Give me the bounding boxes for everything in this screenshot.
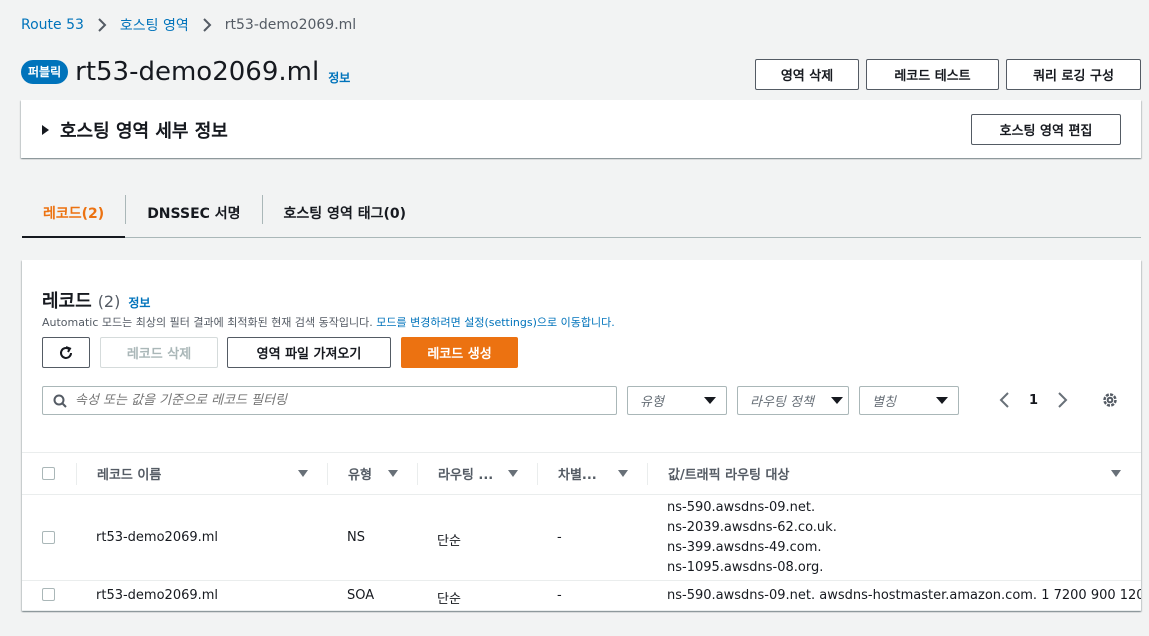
breadcrumb-route53[interactable]: Route 53 — [21, 17, 84, 33]
routing-policy-filter-select[interactable]: 라우팅 정책 — [737, 386, 849, 415]
tab-tags[interactable]: 호스팅 영역 태그(0) — [263, 189, 427, 237]
column-value[interactable]: 값/트래픽 라우팅 대상 — [668, 453, 789, 494]
caret-down-icon — [936, 397, 948, 404]
record-name: rt53-demo2069.ml — [96, 588, 219, 603]
column-divider — [537, 463, 538, 485]
record-type: NS — [347, 530, 365, 545]
chevron-left-icon[interactable] — [998, 391, 1010, 409]
table-header: 레코드 이름 유형 라우팅 ... 차별... 값/트래픽 라우팅 대상 — [22, 452, 1141, 495]
record-routing: 단순 — [437, 534, 461, 549]
chevron-right-icon[interactable] — [1057, 391, 1069, 409]
sort-icon[interactable] — [298, 470, 308, 477]
description-text: Automatic 모드는 최상의 필터 결과에 최적화된 현재 검색 동작입니… — [42, 316, 373, 329]
sort-icon[interactable] — [618, 470, 628, 477]
records-header: 레코드 (2) 정보 — [42, 287, 150, 313]
record-value: ns-590.awsdns-09.net. awsdns-hostmaster.… — [667, 588, 1141, 603]
column-type[interactable]: 유형 — [348, 453, 372, 494]
type-filter-select[interactable]: 유형 — [627, 386, 727, 415]
routing-filter-label: 라우팅 정책 — [750, 395, 814, 410]
delete-zone-button[interactable]: 영역 삭제 — [755, 59, 859, 90]
breadcrumb: Route 53 호스팅 영역 rt53-demo2069.ml — [21, 15, 356, 35]
page-header: 퍼블릭 rt53-demo2069.ml 정보 — [21, 57, 350, 87]
alias-filter-label: 별칭 — [872, 395, 896, 410]
column-routing[interactable]: 라우팅 ... — [438, 453, 493, 494]
column-divider — [76, 463, 77, 485]
record-routing: 단순 — [437, 592, 461, 607]
tab-records[interactable]: 레코드(2) — [22, 189, 126, 238]
refresh-button[interactable] — [42, 337, 90, 368]
sort-icon[interactable] — [388, 470, 398, 477]
info-link[interactable]: 정보 — [328, 69, 350, 86]
column-divider — [327, 463, 328, 485]
record-value: ns-399.awsdns-49.com. — [667, 540, 822, 555]
record-value: ns-2039.awsdns-62.co.uk. — [667, 520, 837, 535]
records-title: 레코드 — [42, 291, 92, 312]
details-expander[interactable]: 호스팅 영역 세부 정보 — [42, 117, 228, 143]
column-divider — [417, 463, 418, 485]
delete-record-button[interactable]: 레코드 삭제 — [100, 337, 218, 368]
record-differentiator: - — [557, 588, 562, 603]
record-values: ns-590.awsdns-09.net. ns-2039.awsdns-62.… — [667, 498, 837, 578]
caret-right-icon — [42, 125, 49, 135]
row-checkbox[interactable] — [42, 588, 55, 601]
record-value: ns-1095.awsdns-08.org. — [667, 560, 824, 575]
search-input[interactable] — [75, 393, 595, 408]
records-count: (2) — [97, 292, 121, 311]
pagination: 1 — [998, 391, 1069, 409]
record-type: SOA — [347, 588, 375, 603]
caret-down-icon — [704, 397, 716, 404]
column-differentiator[interactable]: 차별... — [558, 453, 597, 494]
create-record-button[interactable]: 레코드 생성 — [401, 337, 518, 368]
record-value: ns-590.awsdns-09.net. — [667, 500, 816, 515]
record-name: rt53-demo2069.ml — [96, 530, 219, 545]
row-checkbox[interactable] — [42, 531, 55, 544]
breadcrumb-hosted-zones[interactable]: 호스팅 영역 — [120, 15, 189, 35]
sort-icon[interactable] — [508, 470, 518, 477]
details-title: 호스팅 영역 세부 정보 — [60, 121, 228, 142]
search-box — [42, 386, 617, 415]
tab-dnssec[interactable]: DNSSEC 서명 — [126, 189, 261, 237]
records-description: Automatic 모드는 최상의 필터 결과에 최적화된 현재 검색 동작입니… — [42, 314, 615, 330]
column-divider — [647, 463, 648, 485]
gear-icon[interactable] — [1101, 391, 1119, 409]
records-info-link[interactable]: 정보 — [128, 294, 150, 311]
table-row[interactable]: rt53-demo2069.ml SOA 단순 - ns-590.awsdns-… — [22, 581, 1141, 611]
type-filter-label: 유형 — [640, 395, 664, 410]
import-zone-file-button[interactable]: 영역 파일 가져오기 — [227, 337, 391, 368]
chevron-right-icon — [98, 18, 107, 32]
page-title: rt53-demo2069.ml — [75, 57, 320, 87]
search-icon — [53, 394, 67, 408]
tabs: 레코드(2) DNSSEC 서명 호스팅 영역 태그(0) — [22, 189, 1141, 238]
table-row[interactable]: rt53-demo2069.ml NS 단순 - ns-590.awsdns-0… — [22, 495, 1141, 581]
public-badge: 퍼블릭 — [21, 60, 69, 84]
record-differentiator: - — [557, 530, 562, 545]
records-panel: 레코드 (2) 정보 Automatic 모드는 최상의 필터 결과에 최적화된… — [22, 260, 1141, 611]
caret-down-icon — [831, 397, 843, 404]
hosted-zone-details-panel: 호스팅 영역 세부 정보 호스팅 영역 편집 — [21, 100, 1141, 158]
refresh-icon — [60, 345, 72, 359]
test-record-button[interactable]: 레코드 테스트 — [866, 59, 999, 90]
column-record-name[interactable]: 레코드 이름 — [97, 453, 161, 494]
query-logging-button[interactable]: 쿼리 로깅 구성 — [1006, 59, 1141, 90]
sort-icon[interactable] — [1111, 470, 1121, 477]
settings-link[interactable]: 모드를 변경하려면 설정(settings)으로 이동합니다. — [376, 316, 614, 329]
select-all-checkbox[interactable] — [42, 467, 55, 480]
edit-hosted-zone-button[interactable]: 호스팅 영역 편집 — [971, 114, 1121, 145]
breadcrumb-current: rt53-demo2069.ml — [224, 17, 357, 33]
alias-filter-select[interactable]: 별칭 — [859, 386, 959, 415]
page-number[interactable]: 1 — [1029, 393, 1038, 408]
chevron-right-icon — [203, 18, 212, 32]
